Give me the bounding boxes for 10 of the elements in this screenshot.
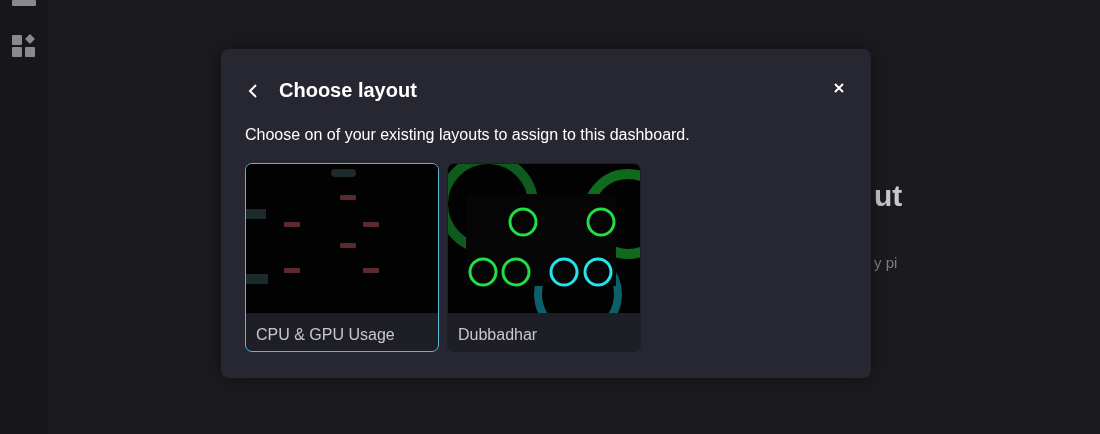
layout-name: CPU & GPU Usage bbox=[255, 325, 396, 345]
widgets-icon[interactable] bbox=[12, 34, 36, 58]
page-text: y pi bbox=[874, 253, 899, 273]
layout-card[interactable]: Dubbadhar bbox=[447, 163, 641, 352]
layout-card[interactable]: CPU & GPU Usage bbox=[245, 163, 439, 352]
dialog-description: Choose on of your existing layouts to assign to this dashboard. bbox=[245, 125, 691, 145]
dialog-title: Choose layout bbox=[279, 78, 417, 103]
layout-name: Dubbadhar bbox=[457, 325, 539, 345]
page-heading: ut bbox=[874, 178, 904, 214]
close-icon bbox=[833, 81, 845, 94]
